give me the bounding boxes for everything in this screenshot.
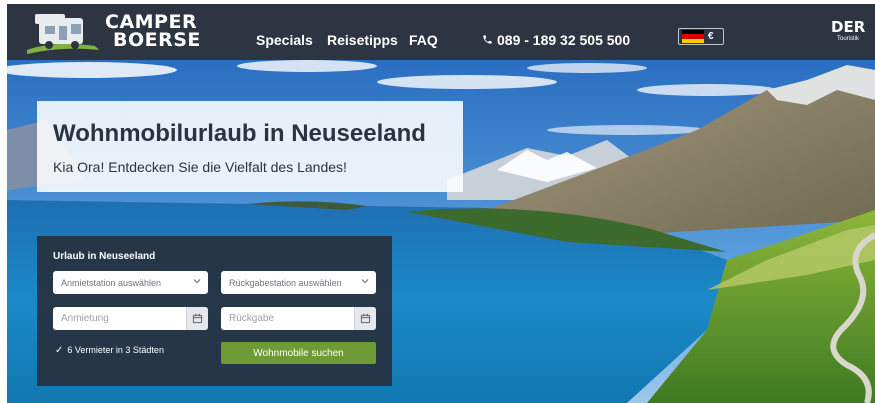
pickup-station-value: Anmietstation auswählen xyxy=(61,277,162,288)
page-subtitle: Kia Ora! Entdecken Sie die Vielfalt des … xyxy=(53,159,347,175)
nav-faq[interactable]: FAQ xyxy=(409,32,438,48)
der-touristik-logo[interactable]: DER Touristik xyxy=(831,20,865,43)
logo-text-boerse: BOERSE xyxy=(113,29,201,51)
camper-van-icon xyxy=(27,14,99,54)
calendar-icon[interactable] xyxy=(186,307,208,330)
page-title: Wohnmobilurlaub in Neuseeland xyxy=(53,120,426,147)
search-panel: Urlaub in Neuseeland Anmietstation auswä… xyxy=(37,236,392,386)
camper-boerse-logo[interactable]: CAMPER BOERSE xyxy=(25,10,205,56)
chevron-down-icon xyxy=(361,279,369,284)
return-station-value: Rückgabestation auswählen xyxy=(229,277,342,288)
german-flag-icon xyxy=(682,30,704,43)
currency-label: € xyxy=(708,31,714,42)
chevron-down-icon xyxy=(193,279,201,284)
phone-link[interactable]: 089 - 189 32 505 500 xyxy=(482,32,630,48)
calendar-icon[interactable] xyxy=(354,307,376,330)
search-panel-heading: Urlaub in Neuseeland xyxy=(53,251,156,262)
return-station-select[interactable]: Rückgabestation auswählen xyxy=(221,271,376,294)
phone-number: 089 - 189 32 505 500 xyxy=(497,32,631,48)
return-date-field[interactable]: Rückgabe xyxy=(221,307,376,330)
checkmark-icon: ✓ xyxy=(55,345,64,356)
provider-info-text: 6 Vermieter in 3 Städten xyxy=(67,345,164,355)
hero-title-box: Wohnmobilurlaub in Neuseeland Kia Ora! E… xyxy=(37,101,463,192)
pickup-station-select[interactable]: Anmietstation auswählen xyxy=(53,271,208,294)
return-date-placeholder: Rückgabe xyxy=(229,313,275,324)
search-campers-button[interactable]: Wohnmobile suchen xyxy=(221,342,376,364)
pickup-date-placeholder: Anmietung xyxy=(61,313,109,324)
provider-info: ✓ 6 Vermieter in 3 Städten xyxy=(55,345,164,356)
nav-specials[interactable]: Specials xyxy=(256,32,313,48)
der-logo-subtext: Touristik xyxy=(836,36,859,42)
language-currency-selector[interactable]: € xyxy=(678,28,724,45)
der-logo-text: DER xyxy=(831,18,866,36)
pickup-date-field[interactable]: Anmietung xyxy=(53,307,208,330)
page: CAMPER BOERSE Specials Reisetipps FAQ 08… xyxy=(0,0,875,403)
nav-reisetipps[interactable]: Reisetipps xyxy=(327,32,398,48)
phone-icon xyxy=(483,35,492,44)
site-header: CAMPER BOERSE Specials Reisetipps FAQ 08… xyxy=(7,4,875,60)
